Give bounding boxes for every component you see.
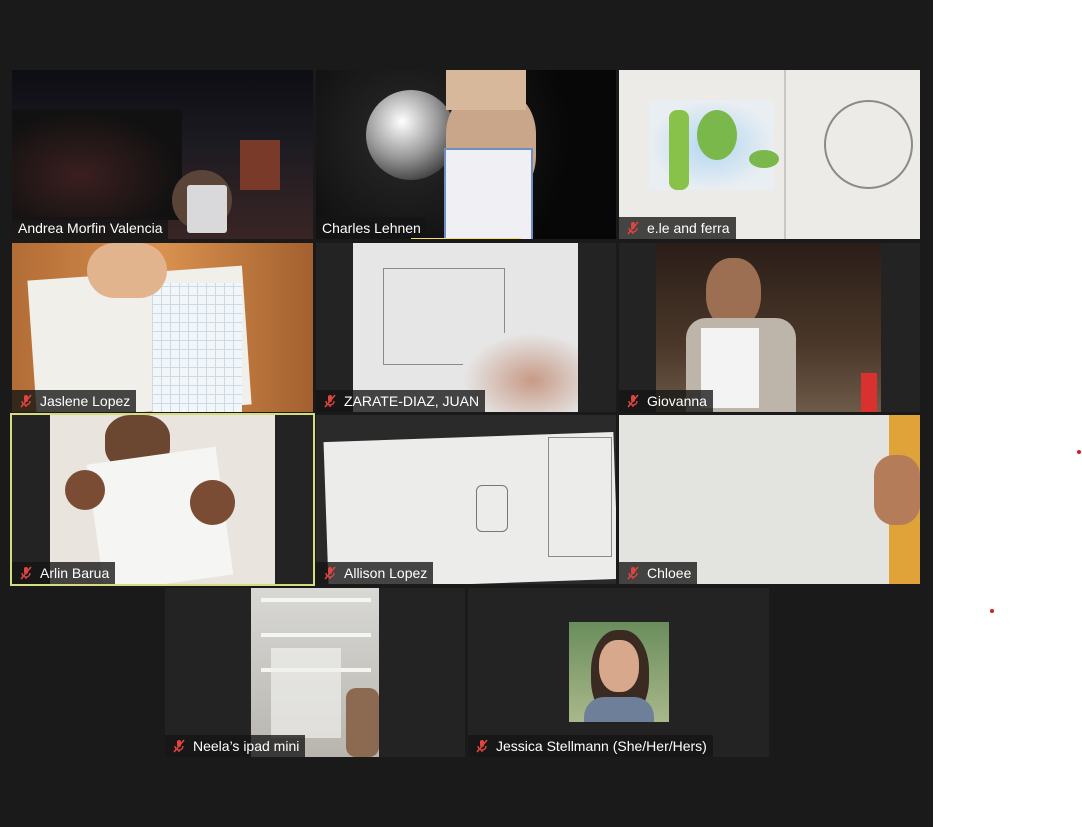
participant-name: e.le and ferra: [647, 220, 730, 236]
participant-name-label: e.le and ferra: [619, 217, 736, 239]
video-feed: [656, 243, 881, 412]
video-tile[interactable]: Allison Lopez: [316, 415, 616, 584]
participant-name: Charles Lehnen: [322, 220, 421, 236]
participant-name-label: Chloee: [619, 562, 698, 584]
video-tile[interactable]: Giovanna: [619, 243, 920, 412]
mic-muted-icon: [324, 394, 336, 408]
video-tile[interactable]: Andrea Morfin Valencia: [12, 70, 313, 239]
participant-name-label: Allison Lopez: [316, 562, 434, 584]
participant-name-label: Arlin Barua: [12, 562, 116, 584]
participant-name: Giovanna: [647, 393, 707, 409]
video-feed: [316, 415, 616, 584]
video-tile[interactable]: Arlin Barua: [10, 413, 315, 586]
mic-muted-icon: [627, 394, 639, 408]
video-feed: [619, 70, 920, 239]
mic-muted-icon: [627, 566, 639, 580]
participant-name: Arlin Barua: [40, 565, 110, 581]
mic-muted-icon: [476, 739, 488, 753]
participant-name-label: Jessica Stellmann (She/Her/Hers): [468, 735, 713, 757]
video-feed: [12, 243, 313, 412]
red-dot: [990, 609, 994, 613]
speaking-indicator: [411, 238, 521, 239]
participant-name: Andrea Morfin Valencia: [18, 220, 163, 236]
mic-muted-icon: [627, 221, 639, 235]
video-feed: [353, 243, 578, 412]
participant-name: Jaslene Lopez: [40, 393, 131, 409]
video-feed: [619, 415, 920, 584]
participant-name: Jessica Stellmann (She/Her/Hers): [496, 738, 707, 754]
participant-name: ZARATE-DIAZ, JUAN: [344, 393, 480, 409]
video-tile[interactable]: e.le and ferra: [619, 70, 920, 239]
mic-muted-icon: [20, 566, 32, 580]
side-panel: [933, 0, 1082, 827]
video-tile[interactable]: Jessica Stellmann (She/Her/Hers): [468, 588, 769, 757]
video-tile[interactable]: Charles Lehnen: [316, 70, 616, 239]
video-tile[interactable]: Neela’s ipad mini: [165, 588, 465, 757]
video-feed: [50, 415, 275, 584]
participant-name-label: Neela’s ipad mini: [165, 735, 306, 757]
participant-name: Allison Lopez: [344, 565, 428, 581]
video-feed: [12, 70, 313, 239]
participant-name: Chloee: [647, 565, 692, 581]
participant-name-label: Andrea Morfin Valencia: [12, 217, 169, 239]
participant-name-label: Giovanna: [619, 390, 713, 412]
video-tile[interactable]: ZARATE-DIAZ, JUAN: [316, 243, 616, 412]
mic-muted-icon: [324, 566, 336, 580]
participant-name-label: Charles Lehnen: [316, 217, 427, 239]
avatar: [569, 622, 669, 722]
gallery-view: Andrea Morfin Valencia Charles Lehnen e.…: [0, 0, 933, 827]
participant-name-label: ZARATE-DIAZ, JUAN: [316, 390, 486, 412]
participant-name: Neela’s ipad mini: [193, 738, 300, 754]
red-dot: [1077, 450, 1081, 454]
participant-name-label: Jaslene Lopez: [12, 390, 137, 412]
mic-muted-icon: [20, 394, 32, 408]
mic-muted-icon: [173, 739, 185, 753]
video-tile[interactable]: Chloee: [619, 415, 920, 584]
video-feed: [251, 588, 379, 757]
video-feed: [316, 70, 616, 239]
video-tile[interactable]: Jaslene Lopez: [12, 243, 313, 412]
